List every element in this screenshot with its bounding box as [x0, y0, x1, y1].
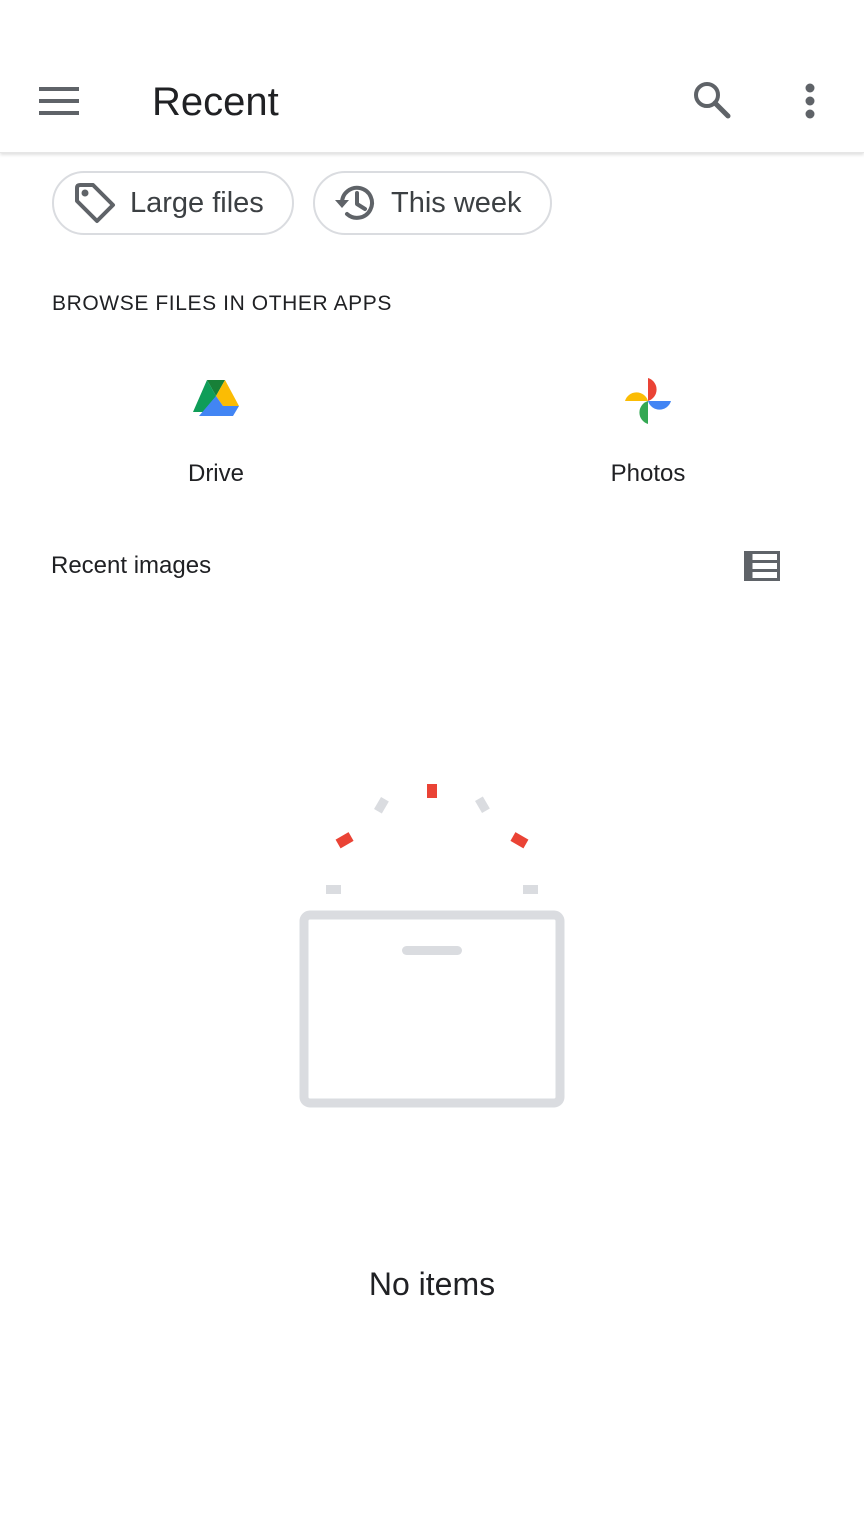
label-tag-icon: [75, 183, 115, 223]
empty-state-text: No items: [368, 1266, 496, 1302]
chip-label: This week: [391, 186, 522, 219]
app-bar: Recent: [0, 0, 864, 153]
more-vert-icon[interactable]: [788, 74, 832, 128]
page-title: Recent: [152, 80, 279, 124]
google-photos-icon: [625, 378, 671, 424]
hamburger-menu-icon[interactable]: [30, 76, 88, 126]
search-icon[interactable]: [686, 74, 738, 126]
chip-label: Large files: [130, 186, 264, 219]
app-label: Photos: [610, 460, 686, 487]
large-files-chip[interactable]: Large files: [52, 171, 294, 235]
recent-images-heading: Recent images: [51, 552, 212, 579]
app-tile-photos[interactable]: Photos: [558, 370, 738, 500]
this-week-chip[interactable]: This week: [313, 171, 552, 235]
google-drive-icon: [193, 380, 239, 416]
list-view-icon[interactable]: [740, 546, 784, 586]
app-label: Drive: [187, 460, 244, 487]
app-tile-drive[interactable]: Drive: [126, 370, 306, 500]
browse-section-heading: BROWSE FILES IN OTHER APPS: [52, 292, 393, 315]
history-icon: [335, 185, 374, 220]
empty-box-illustration: [299, 784, 565, 1108]
